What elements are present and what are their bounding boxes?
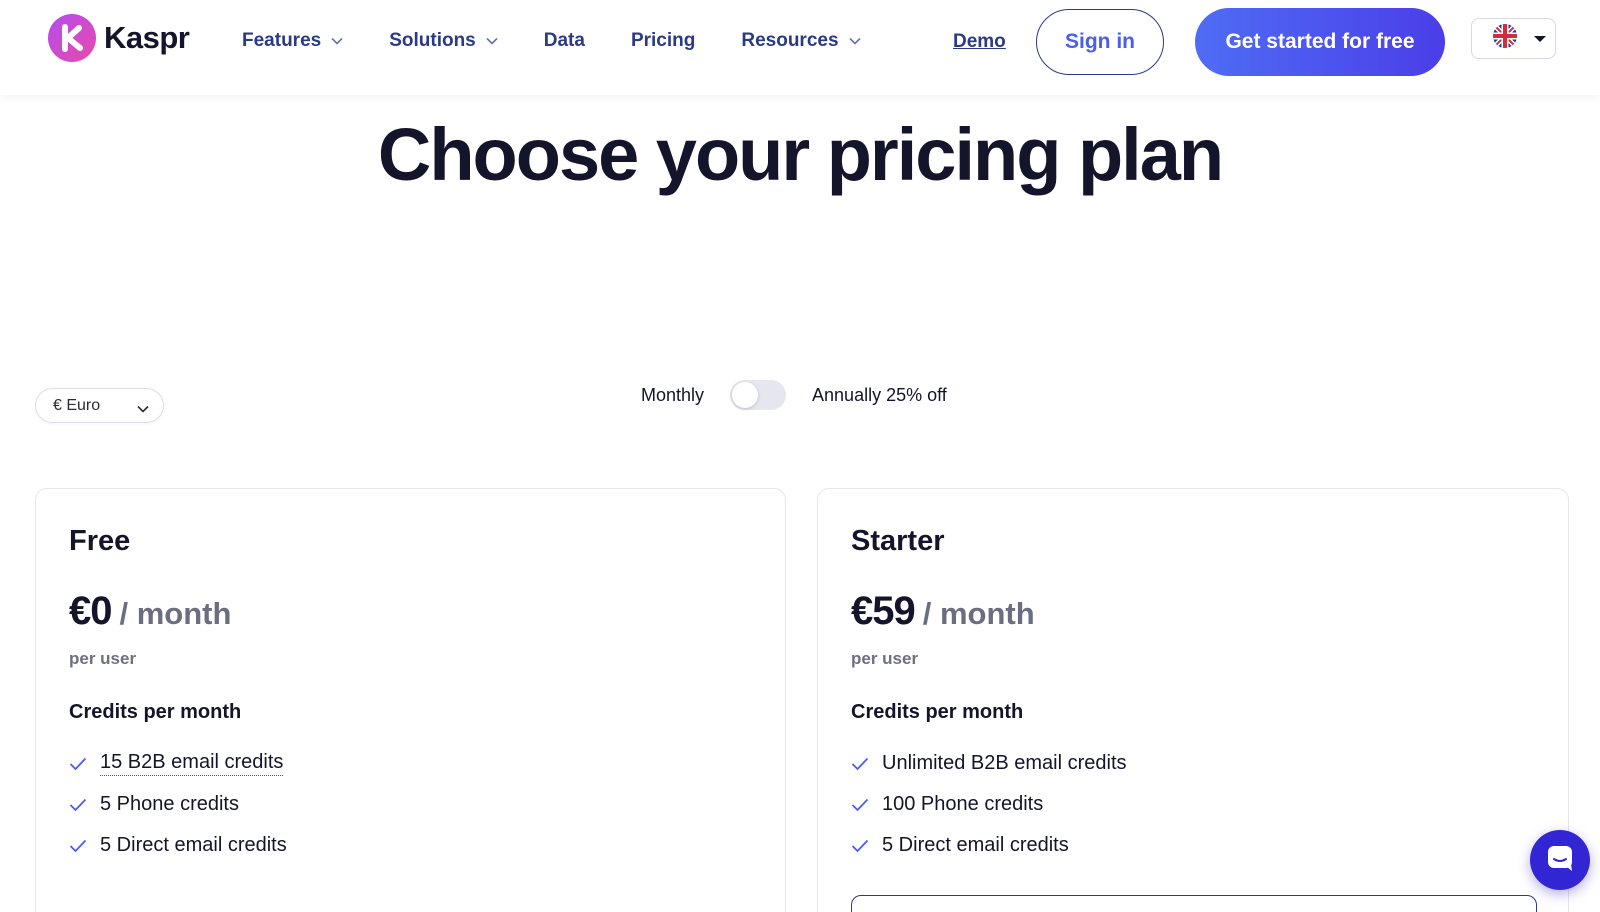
kaspr-logo-icon	[48, 14, 96, 62]
main-nav: Features Solutions Data Pricing Resource…	[242, 30, 907, 52]
feature-text[interactable]: 15 B2B email credits	[100, 751, 284, 776]
price-per-user: per user	[851, 649, 919, 668]
chevron-down-icon	[331, 37, 343, 45]
price-period: / month	[119, 596, 232, 631]
billing-toggle[interactable]	[730, 380, 787, 410]
sign-in-button[interactable]: Sign in	[1036, 9, 1164, 75]
page-title: Choose your pricing plan	[377, 113, 1224, 196]
nav-item-data[interactable]: Data	[544, 30, 585, 52]
chat-icon	[1545, 843, 1575, 878]
chevron-down-icon	[848, 37, 861, 45]
kaspr-logo[interactable]: Kaspr	[48, 14, 190, 62]
nav-item-features[interactable]: Features	[242, 30, 343, 52]
feature-list: Unlimited B2B email credits 100 Phone cr…	[851, 743, 1127, 866]
uk-flag-icon	[1492, 23, 1518, 54]
feature-text: 5 Direct email credits	[100, 834, 287, 856]
feature-text: Unlimited B2B email credits	[882, 752, 1127, 774]
monthly-label[interactable]: Monthly	[641, 385, 704, 406]
credits-title: Credits per month	[851, 701, 1024, 723]
caret-down-icon	[1534, 35, 1546, 42]
list-item: 5 Phone credits	[69, 784, 287, 825]
nav-item-resources[interactable]: Resources	[741, 30, 861, 52]
feature-text: 5 Phone credits	[100, 793, 239, 815]
plan-name: Free	[69, 525, 131, 557]
price-per-user: per user	[69, 649, 137, 668]
nav-item-label: Solutions	[389, 30, 476, 51]
nav-item-label: Features	[242, 30, 322, 51]
check-icon	[69, 839, 89, 853]
credits-title: Credits per month	[69, 701, 242, 723]
price-amount: €59	[851, 589, 916, 633]
check-icon	[851, 757, 871, 771]
feature-text: 5 Direct email credits	[882, 834, 1069, 856]
check-icon	[69, 798, 89, 812]
list-item: 100 Phone credits	[851, 784, 1127, 825]
check-icon	[851, 839, 871, 853]
plan-card-free: Free €0 / month per user Credits per mon…	[35, 488, 786, 912]
list-item: 5 Direct email credits	[69, 825, 287, 866]
currency-select[interactable]: € Euro	[35, 388, 164, 423]
toggle-knob	[732, 382, 759, 408]
price-amount: €0	[69, 589, 112, 633]
nav-item-pricing[interactable]: Pricing	[631, 30, 695, 52]
nav-item-label: Resources	[741, 30, 839, 51]
plan-price: €0 / month	[69, 589, 231, 634]
feature-text: 100 Phone credits	[882, 793, 1044, 815]
feature-list: 15 B2B email credits 5 Phone credits 5 D…	[69, 743, 287, 866]
chevron-down-icon	[137, 400, 149, 418]
plan-price: €59 / month	[851, 589, 1035, 634]
check-icon	[69, 757, 89, 771]
starter-plan-button[interactable]	[851, 895, 1537, 912]
billing-period-switch: Monthly Annually 25% off	[641, 380, 947, 410]
nav-item-solutions[interactable]: Solutions	[389, 30, 498, 52]
currency-value: € Euro	[53, 396, 101, 414]
nav-item-label: Data	[543, 30, 585, 51]
plan-name: Starter	[851, 525, 945, 557]
nav-item-label: Pricing	[630, 30, 696, 51]
plan-card-starter: Starter €59 / month per user Credits per…	[817, 488, 1569, 912]
chevron-down-icon	[486, 37, 498, 45]
brand-name: Kaspr	[104, 20, 190, 55]
list-item: 15 B2B email credits	[69, 743, 287, 784]
site-header: Kaspr Features Solutions Data Pricing Re…	[0, 0, 1600, 95]
chat-launcher-button[interactable]	[1530, 830, 1590, 890]
list-item: Unlimited B2B email credits	[851, 743, 1127, 784]
get-started-button[interactable]: Get started for free	[1195, 8, 1445, 76]
demo-link[interactable]: Demo	[953, 31, 1006, 53]
list-item: 5 Direct email credits	[851, 825, 1127, 866]
language-selector[interactable]	[1471, 18, 1556, 59]
price-period: / month	[922, 596, 1035, 631]
annual-label[interactable]: Annually 25% off	[812, 385, 947, 406]
check-icon	[851, 798, 871, 812]
